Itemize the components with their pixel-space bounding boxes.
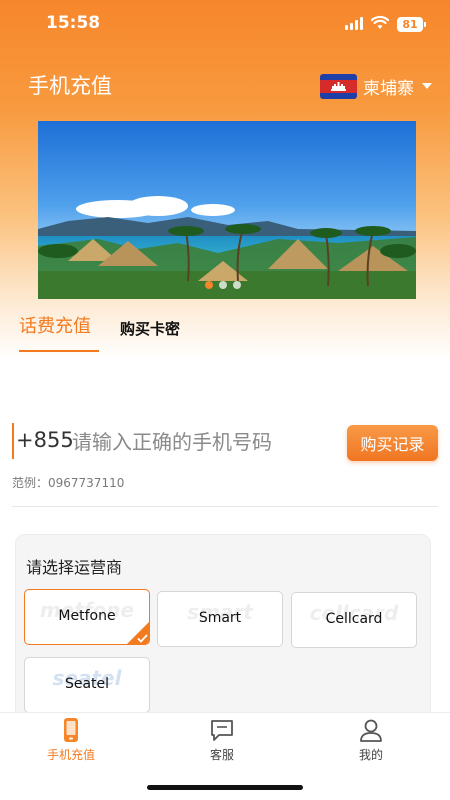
operator-seatel[interactable]: seatel Seatel (24, 657, 150, 713)
chat-icon (211, 720, 233, 741)
country-selector[interactable]: 柬埔寨 (320, 72, 432, 100)
banner-pagination (205, 281, 241, 289)
operator-cellcard[interactable]: cellcard Cellcard (291, 592, 417, 648)
purchase-history-button[interactable]: 购买记录 (347, 425, 438, 461)
banner-dot[interactable] (233, 281, 241, 289)
banner-dot[interactable] (219, 281, 227, 289)
nav-label: 客服 (209, 748, 234, 762)
chevron-down-icon (422, 83, 432, 89)
banner-dot[interactable] (205, 281, 213, 289)
text-cursor (12, 423, 14, 459)
divider (12, 506, 438, 507)
country-label: 柬埔寨 (363, 78, 414, 99)
tab-active-indicator (19, 350, 99, 352)
nav-label: 我的 (358, 748, 383, 762)
example-number: 范例：0967737110 (12, 476, 125, 490)
tab-phone-recharge[interactable]: 话费充值 (19, 312, 91, 338)
phone-icon (64, 718, 78, 742)
operator-panel: 请选择运营商 metfone Metfone smart Smart cellc… (15, 534, 431, 734)
battery-icon: 81 (397, 17, 426, 32)
phone-number-input[interactable] (72, 427, 342, 457)
phone-input-row: +855 购买记录 (12, 423, 438, 461)
signal-icon (345, 17, 363, 30)
promo-banner[interactable] (38, 121, 416, 299)
operator-title: 请选择运营商 (26, 558, 123, 577)
operator-name: Seatel (64, 676, 110, 692)
operator-metfone[interactable]: metfone Metfone (24, 589, 150, 645)
operator-smart[interactable]: smart Smart (157, 591, 283, 647)
nav-phone-recharge[interactable]: 手机充值 (26, 717, 116, 763)
tab-buy-card[interactable]: 购买卡密 (120, 318, 180, 339)
operator-name: Smart (198, 610, 242, 626)
status-bar: 15:58 81 (0, 0, 450, 48)
user-icon (360, 719, 382, 742)
cambodia-flag-icon (320, 73, 357, 99)
nav-profile[interactable]: 我的 (326, 717, 416, 763)
page-title: 手机充值 (28, 74, 112, 98)
wifi-icon (370, 15, 390, 35)
operator-name: Cellcard (325, 611, 383, 627)
country-code: +855 (16, 428, 74, 452)
nav-customer-service[interactable]: 客服 (177, 717, 267, 763)
status-time: 15:58 (46, 13, 101, 33)
home-indicator (147, 785, 303, 790)
nav-label: 手机充值 (46, 748, 95, 762)
check-icon (127, 622, 149, 644)
banner-image (38, 121, 416, 299)
